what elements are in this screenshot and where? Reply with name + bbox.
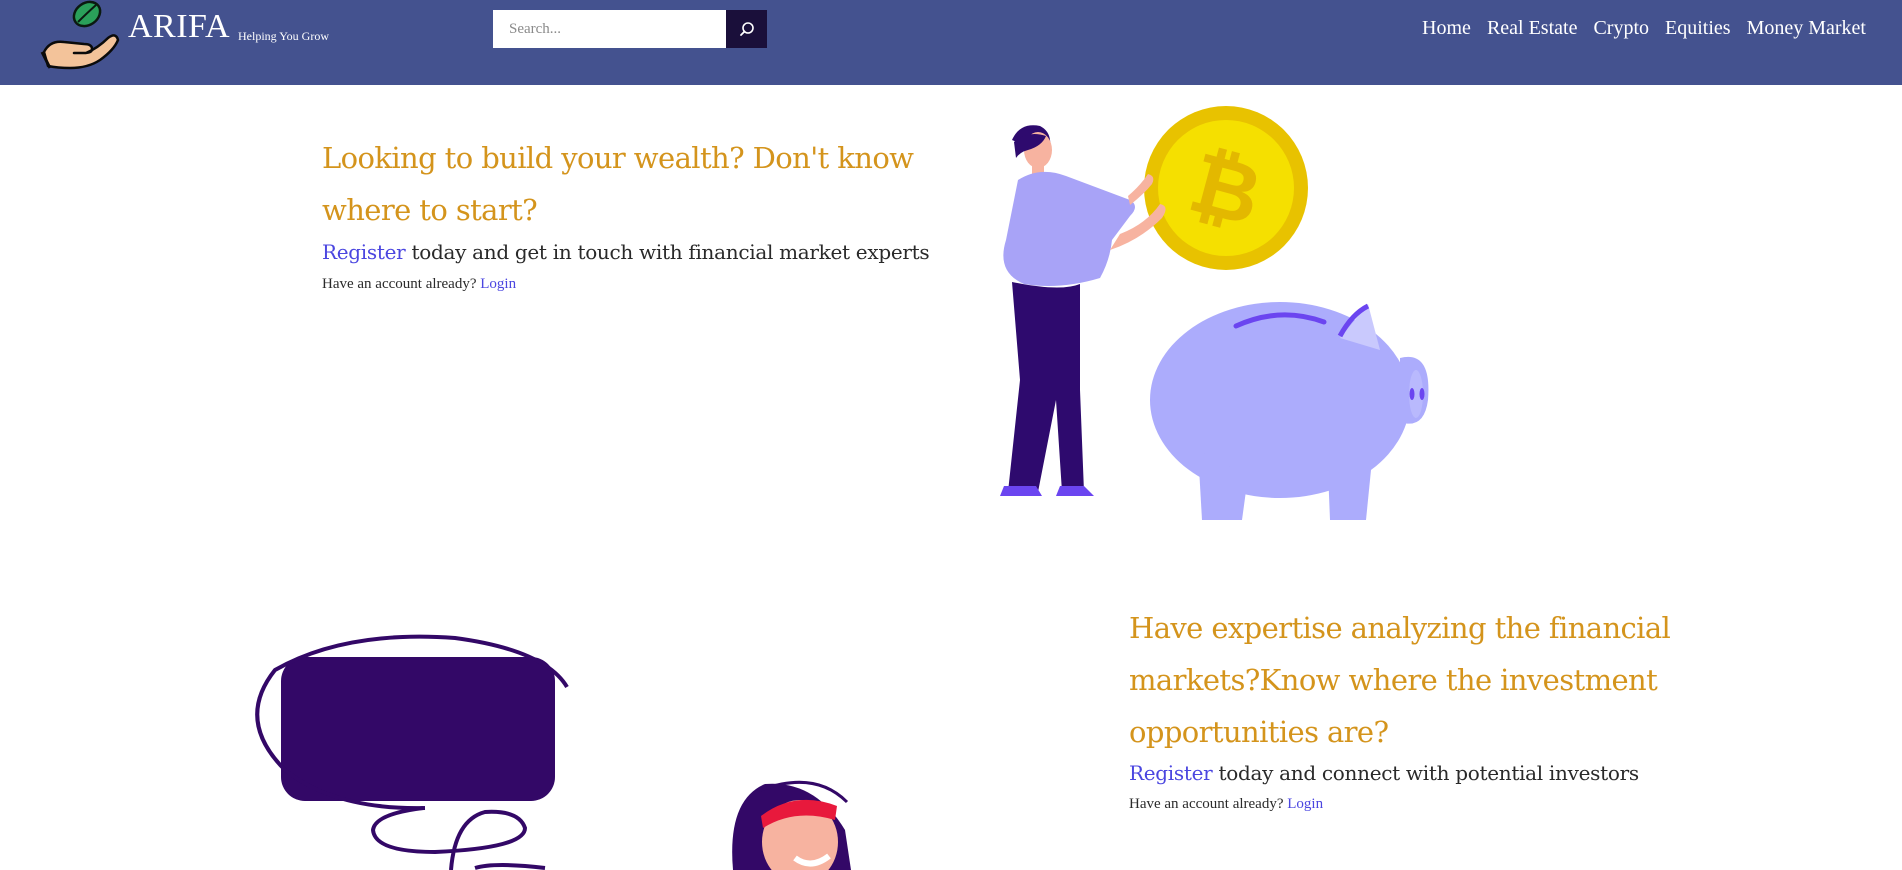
investors-login-link[interactable]: Login <box>480 276 516 292</box>
experts-lead-text: today and connect with potential investo… <box>1212 761 1639 785</box>
top-navbar: ARIFA Helping You Grow Home Real Estate … <box>0 0 1902 85</box>
investors-account-text: Have an account already? <box>322 276 481 292</box>
experts-register-link[interactable]: Register <box>1129 761 1213 785</box>
main-nav: Home Real Estate Crypto Equities Money M… <box>1422 17 1866 40</box>
investors-heading: Looking to build your wealth? Don't know… <box>322 141 914 227</box>
nav-money-market[interactable]: Money Market <box>1747 17 1866 40</box>
search-icon <box>739 22 754 36</box>
investors-account-prompt: Have an account already? Login <box>322 276 516 293</box>
investors-register-link[interactable]: Register <box>322 240 406 264</box>
experts-account-prompt: Have an account already? Login <box>1129 796 1323 813</box>
bitcoin-piggy-bank-illustration: ₿ <box>1000 106 1429 520</box>
experts-account-text: Have an account already? <box>1129 796 1288 812</box>
brand-tagline: Helping You Grow <box>238 29 330 43</box>
chat-bubble-illustration <box>255 634 851 870</box>
search-input[interactable] <box>493 10 726 48</box>
investors-lead: Register today and get in touch with fin… <box>322 240 930 264</box>
nav-equities[interactable]: Equities <box>1665 17 1731 40</box>
nav-home[interactable]: Home <box>1422 17 1471 40</box>
brand-name: ARIFA <box>128 8 230 45</box>
investors-lead-text: today and get in touch with financial ma… <box>405 240 930 264</box>
nav-crypto[interactable]: Crypto <box>1593 17 1649 40</box>
chat-bubble <box>281 657 555 801</box>
experts-login-link[interactable]: Login <box>1287 796 1323 812</box>
nav-real-estate[interactable]: Real Estate <box>1487 17 1578 40</box>
experts-heading: Have expertise analyzing the financial m… <box>1129 611 1671 749</box>
hand-with-leaf-icon <box>40 0 120 70</box>
search-button[interactable] <box>726 10 767 48</box>
search-form <box>493 10 767 48</box>
experts-lead: Register today and connect with potentia… <box>1129 761 1639 785</box>
